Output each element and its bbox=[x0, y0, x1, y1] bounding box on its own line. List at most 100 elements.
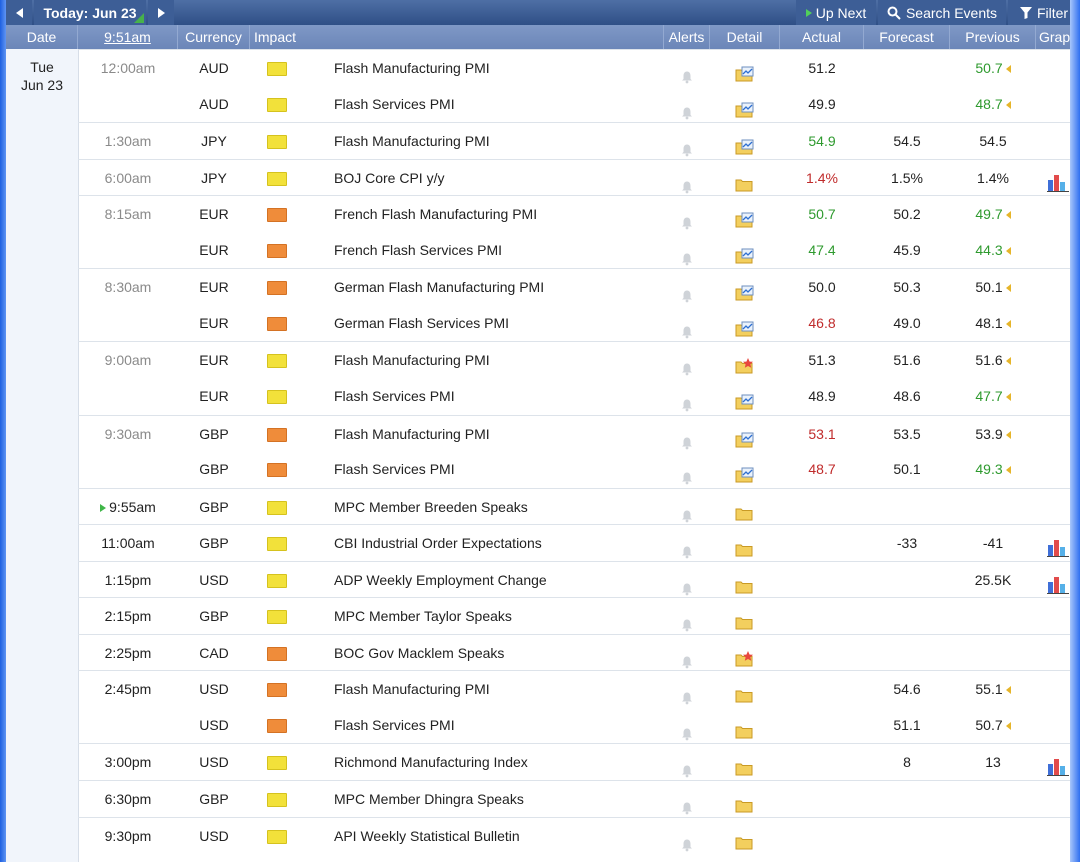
event-row[interactable]: 9:30am GBP Flash Manufacturing PMI 53.1 53.5… bbox=[78, 415, 1070, 452]
event-detail[interactable] bbox=[710, 305, 780, 341]
event-title[interactable]: CBI Industrial Order Expectations bbox=[334, 525, 664, 561]
event-alert[interactable] bbox=[664, 342, 710, 378]
event-graph[interactable] bbox=[1036, 416, 1070, 452]
event-row[interactable]: 2:45pm USD Flash Manufacturing PMI 54.6 55.1 bbox=[78, 670, 1070, 707]
event-row[interactable]: 3:00pm USD Richmond Manufacturing Index 8 13 bbox=[78, 743, 1070, 780]
event-impact[interactable] bbox=[250, 416, 322, 452]
event-title[interactable]: MPC Member Breeden Speaks bbox=[334, 489, 664, 525]
event-detail[interactable] bbox=[710, 781, 780, 817]
header-actual[interactable]: Actual bbox=[780, 25, 864, 49]
event-detail[interactable] bbox=[710, 562, 780, 598]
event-alert[interactable] bbox=[664, 489, 710, 525]
event-impact[interactable] bbox=[250, 86, 322, 122]
event-detail[interactable] bbox=[710, 671, 780, 707]
event-graph[interactable] bbox=[1036, 232, 1070, 268]
event-alert[interactable] bbox=[664, 781, 710, 817]
header-forecast[interactable]: Forecast bbox=[864, 25, 950, 49]
header-currency[interactable]: Currency bbox=[178, 25, 250, 49]
event-row[interactable]: 12:00am AUD Flash Manufacturing PMI 51.2 50.… bbox=[78, 49, 1070, 86]
event-title[interactable]: Flash Manufacturing PMI bbox=[334, 123, 664, 159]
event-detail[interactable] bbox=[710, 50, 780, 86]
revision-icon[interactable] bbox=[1005, 65, 1011, 74]
event-impact[interactable] bbox=[250, 305, 322, 341]
event-graph[interactable] bbox=[1036, 50, 1070, 86]
event-alert[interactable] bbox=[664, 86, 710, 122]
event-impact[interactable] bbox=[250, 160, 322, 196]
event-alert[interactable] bbox=[664, 671, 710, 707]
revision-icon[interactable] bbox=[1005, 431, 1011, 440]
event-graph[interactable] bbox=[1036, 635, 1070, 671]
revision-icon[interactable] bbox=[1005, 393, 1011, 402]
event-row[interactable]: 1:30am JPY Flash Manufacturing PMI 54.9 54.5… bbox=[78, 122, 1070, 159]
event-alert[interactable] bbox=[664, 818, 710, 854]
event-graph[interactable] bbox=[1036, 489, 1070, 525]
event-detail[interactable] bbox=[710, 160, 780, 196]
event-graph[interactable] bbox=[1036, 342, 1070, 378]
header-previous[interactable]: Previous bbox=[950, 25, 1036, 49]
event-title[interactable]: ADP Weekly Employment Change bbox=[334, 562, 664, 598]
event-alert[interactable] bbox=[664, 196, 710, 232]
event-alert[interactable] bbox=[664, 50, 710, 86]
event-impact[interactable] bbox=[250, 781, 322, 817]
revision-icon[interactable] bbox=[1005, 247, 1011, 256]
search-events-button[interactable]: Search Events bbox=[878, 0, 1006, 25]
event-row[interactable]: 1:15pm USD ADP Weekly Employment Change 25.… bbox=[78, 561, 1070, 598]
event-row[interactable]: 9:55am GBP MPC Member Breeden Speaks bbox=[78, 488, 1070, 525]
event-graph[interactable] bbox=[1036, 160, 1070, 196]
revision-icon[interactable] bbox=[1005, 320, 1011, 329]
event-impact[interactable] bbox=[250, 451, 322, 487]
event-alert[interactable] bbox=[664, 525, 710, 561]
event-row[interactable]: 6:30pm GBP MPC Member Dhingra Speaks bbox=[78, 780, 1070, 817]
event-row[interactable]: EUR German Flash Services PMI 46.8 49.0 48.1 bbox=[78, 305, 1070, 341]
event-title[interactable]: BOJ Core CPI y/y bbox=[334, 160, 664, 196]
event-title[interactable]: French Flash Manufacturing PMI bbox=[334, 196, 664, 232]
event-graph[interactable] bbox=[1036, 781, 1070, 817]
event-alert[interactable] bbox=[664, 562, 710, 598]
event-detail[interactable] bbox=[710, 86, 780, 122]
revision-icon[interactable] bbox=[1005, 466, 1011, 475]
event-row[interactable]: 9:30pm USD API Weekly Statistical Bulletin bbox=[78, 817, 1070, 854]
event-title[interactable]: MPC Member Dhingra Speaks bbox=[334, 781, 664, 817]
event-graph[interactable] bbox=[1036, 269, 1070, 305]
event-detail[interactable] bbox=[710, 378, 780, 414]
header-graph[interactable]: Graph bbox=[1036, 25, 1070, 49]
event-alert[interactable] bbox=[664, 232, 710, 268]
event-detail[interactable] bbox=[710, 525, 780, 561]
event-row[interactable]: EUR French Flash Services PMI 47.4 45.9 44.3 bbox=[78, 232, 1070, 268]
event-row[interactable]: AUD Flash Services PMI 49.9 48.7 bbox=[78, 86, 1070, 122]
event-detail[interactable] bbox=[710, 598, 780, 634]
event-alert[interactable] bbox=[664, 635, 710, 671]
event-title[interactable]: Flash Services PMI bbox=[334, 451, 664, 487]
revision-icon[interactable] bbox=[1005, 722, 1011, 731]
event-impact[interactable] bbox=[250, 269, 322, 305]
event-alert[interactable] bbox=[664, 123, 710, 159]
event-row[interactable]: 6:00am JPY BOJ Core CPI y/y 1.4% 1.5% 1.4% bbox=[78, 159, 1070, 196]
event-alert[interactable] bbox=[664, 160, 710, 196]
event-detail[interactable] bbox=[710, 123, 780, 159]
event-detail[interactable] bbox=[710, 635, 780, 671]
event-impact[interactable] bbox=[250, 378, 322, 414]
event-alert[interactable] bbox=[664, 598, 710, 634]
event-row[interactable]: 11:00am GBP CBI Industrial Order Expectati… bbox=[78, 524, 1070, 561]
event-row[interactable]: USD Flash Services PMI 51.1 50.7 bbox=[78, 707, 1070, 743]
event-graph[interactable] bbox=[1036, 196, 1070, 232]
event-alert[interactable] bbox=[664, 378, 710, 414]
event-title[interactable]: German Flash Manufacturing PMI bbox=[334, 269, 664, 305]
event-impact[interactable] bbox=[250, 598, 322, 634]
event-title[interactable]: BOC Gov Macklem Speaks bbox=[334, 635, 664, 671]
event-impact[interactable] bbox=[250, 744, 322, 780]
event-impact[interactable] bbox=[250, 232, 322, 268]
event-impact[interactable] bbox=[250, 818, 322, 854]
event-title[interactable]: Flash Services PMI bbox=[334, 378, 664, 414]
event-alert[interactable] bbox=[664, 451, 710, 487]
event-graph[interactable] bbox=[1036, 562, 1070, 598]
event-detail[interactable] bbox=[710, 744, 780, 780]
event-impact[interactable] bbox=[250, 671, 322, 707]
event-row[interactable]: 2:15pm GBP MPC Member Taylor Speaks bbox=[78, 597, 1070, 634]
header-alerts[interactable]: Alerts bbox=[664, 25, 710, 49]
revision-icon[interactable] bbox=[1005, 357, 1011, 366]
event-detail[interactable] bbox=[710, 342, 780, 378]
event-alert[interactable] bbox=[664, 416, 710, 452]
event-detail[interactable] bbox=[710, 707, 780, 743]
event-title[interactable]: API Weekly Statistical Bulletin bbox=[334, 818, 664, 854]
